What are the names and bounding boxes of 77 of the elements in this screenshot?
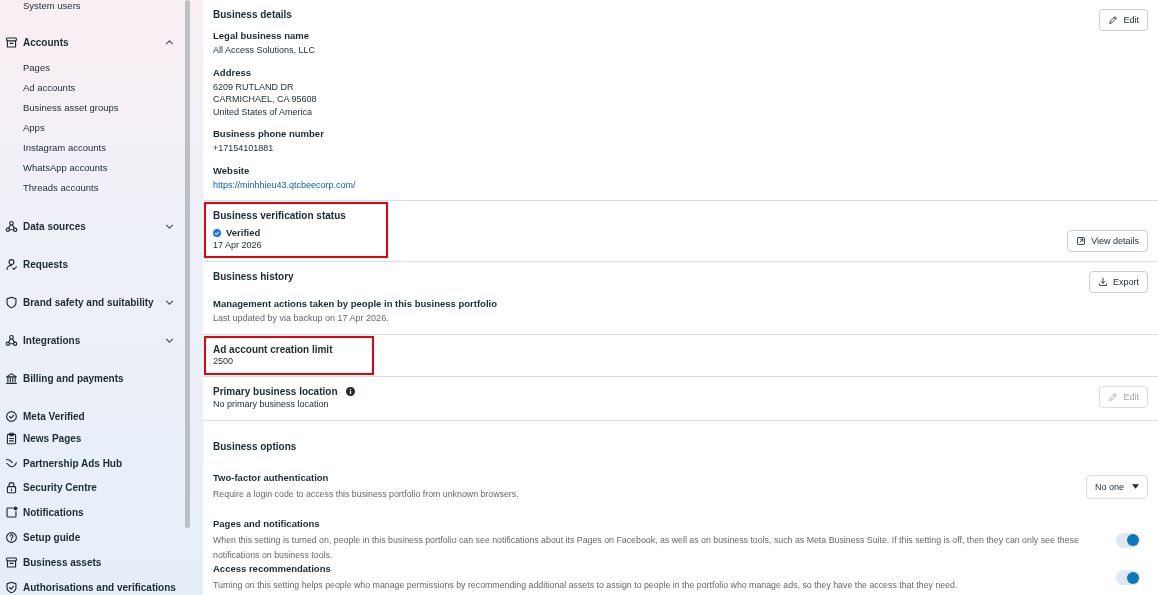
setting-description: Require a login code to access this business portfolio from unknown browsers. [213, 487, 520, 501]
field-value: CARMICHAEL, CA 95608 [213, 93, 318, 106]
sidebar-subitem[interactable]: Pages [5, 58, 50, 78]
download-icon [1098, 277, 1108, 287]
website-link[interactable]: https://minhhieu43.qtcbeecorp.com/ [213, 178, 1100, 191]
field-label: Business phone number [213, 128, 325, 139]
section-title: Business verification status [213, 210, 346, 221]
clipboard-icon [5, 431, 18, 445]
lock-icon [5, 481, 18, 495]
sidebar-item[interactable]: Notifications [23, 507, 175, 519]
archive-icon [5, 555, 18, 569]
sidebar-item[interactable]: Setup guide [23, 532, 175, 544]
sidebar-item[interactable]: Business assets [23, 556, 175, 568]
verified-check-icon [213, 228, 221, 237]
section-title: Ad account creation limit [213, 343, 333, 355]
sidebar-subitem[interactable]: Business asset groups [5, 98, 119, 118]
sidebar-item[interactable]: Meta Verified [23, 410, 175, 422]
external-link-icon [1076, 236, 1087, 246]
field-note: Last updated by via backup on 17 Apr 2026. [213, 312, 390, 325]
help-icon [5, 531, 18, 545]
field-label: Address [213, 66, 252, 78]
sidebar-subitem[interactable]: Threads accounts [5, 178, 99, 198]
setting-title: Pages and notifications [213, 517, 321, 529]
section-title: Primary business location [213, 386, 338, 397]
verification-date: 17 Apr 2026 [213, 240, 263, 250]
scrollbar[interactable] [185, 0, 190, 528]
field-value: 6209 RUTLAND DR [213, 80, 295, 93]
field-value: All Access Solutions, LLC [213, 44, 317, 57]
sidebar-subitem[interactable]: Instagram accounts [5, 138, 106, 158]
sidebar-item[interactable]: Requests [23, 258, 175, 270]
export-button[interactable]: Export [1089, 271, 1148, 293]
field-value: No primary business location [213, 398, 330, 411]
nodes-icon [5, 219, 18, 233]
sidebar-item[interactable]: Authorisations and verifications [23, 581, 176, 593]
verification-status: Verified [226, 227, 261, 238]
sidebar-subitem[interactable]: Apps [5, 118, 45, 138]
sidebar-item[interactable]: News Pages [23, 432, 175, 444]
check-badge-icon [5, 409, 18, 423]
pencil-icon [1108, 15, 1119, 25]
sidebar-item[interactable]: Integrations [23, 334, 159, 346]
section-title: Business history [213, 271, 295, 282]
sidebar-item[interactable]: Security Centre [23, 482, 175, 494]
nodes-icon [5, 333, 18, 347]
field-label: Management actions taken by people in this business portfolio [213, 298, 498, 309]
toggle-switch[interactable] [1116, 532, 1140, 548]
shield-check-icon [5, 580, 18, 594]
field-label: Legal business name [213, 30, 311, 41]
field-label: Website [213, 164, 251, 176]
setting-description: Turning on this setting helps people who manage permissions by recommending additional assets to assign to people in the portfolio who manage ads, so they have the access that they need. [213, 578, 959, 592]
archive-icon [5, 35, 18, 49]
sidebar-item[interactable]: Data sources [23, 220, 159, 232]
setting-title: Access recommendations [213, 562, 332, 574]
section-title: Business details [213, 9, 293, 20]
sidebar-subitem[interactable]: WhatsApp accounts [5, 158, 108, 178]
field-value: +17154101881 [213, 142, 275, 155]
caret-icon [1132, 484, 1139, 489]
field-value: 2500 [213, 354, 235, 367]
field-value: United States of America [213, 105, 314, 118]
bank-icon [5, 371, 18, 385]
info-icon [345, 387, 355, 396]
pencil-icon [1108, 392, 1119, 402]
edit-button[interactable]: Edit [1099, 9, 1148, 31]
section-title: Business options [213, 440, 297, 452]
setting-description: When this setting is turned on, people in this business portfolio can see notifications about its Pages on Facebook, as well as on business tools, such as Meta Business Suite. If this setting is off, then they can only see these notifications on business tools. [213, 533, 1080, 562]
sidebar-item[interactable]: Accounts [23, 36, 159, 48]
sidebar-item[interactable]: Billing and payments [23, 372, 175, 384]
shield-icon [5, 295, 18, 309]
person-icon [5, 257, 18, 271]
sidebar-item[interactable]: Brand safety and suitability [23, 296, 159, 308]
sidebar-subitem[interactable]: Ad accounts [5, 78, 76, 98]
notification-icon [5, 506, 18, 520]
sidebar-subitem[interactable]: System users [5, 0, 81, 16]
view-details-button[interactable]: View details [1067, 230, 1148, 252]
sidebar-item[interactable]: Partnership Ads Hub [23, 457, 175, 469]
setting-title: Two-factor authentication [213, 471, 330, 483]
who-dropdown[interactable]: No one [1085, 474, 1148, 499]
toggle-switch[interactable] [1116, 570, 1140, 585]
